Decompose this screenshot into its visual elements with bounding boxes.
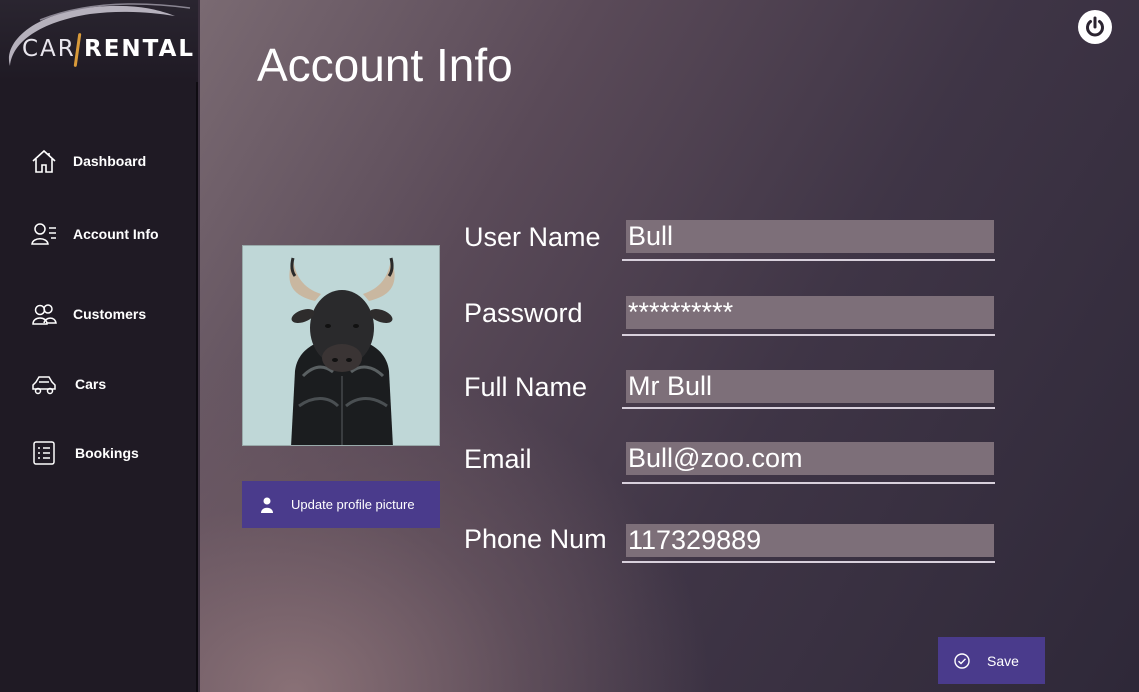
- phone-label: Phone Num: [464, 524, 607, 554]
- main-content: Account Info Update profile picture User…: [200, 0, 1139, 692]
- sidebar-item-label: Customers: [73, 306, 147, 322]
- password-underline: [622, 334, 995, 336]
- update-profile-picture-label: Update profile picture: [291, 497, 415, 512]
- power-icon: [1086, 16, 1104, 37]
- check-circle-icon: [954, 653, 970, 669]
- sidebar-item-customers[interactable]: Customers: [0, 294, 198, 334]
- users-icon: [30, 300, 58, 328]
- password-field[interactable]: [626, 296, 994, 329]
- sidebar-item-label: Bookings: [75, 445, 139, 461]
- sidebar-item-dashboard[interactable]: Dashboard: [0, 141, 198, 181]
- email-underline: [622, 482, 995, 484]
- sidebar-item-label: Account Info: [73, 226, 159, 242]
- save-button[interactable]: Save: [938, 637, 1045, 684]
- page-title: Account Info: [257, 39, 513, 91]
- sidebar-item-account-info[interactable]: Account Info: [0, 214, 198, 254]
- app-logo: CAR RENTAL: [0, 0, 198, 82]
- fullname-underline: [622, 407, 995, 409]
- logo-text-rental: RENTAL: [84, 36, 196, 62]
- password-label: Password: [464, 298, 583, 328]
- sidebar-item-label: Cars: [75, 376, 107, 392]
- update-profile-picture-button[interactable]: Update profile picture: [242, 481, 440, 528]
- user-list-icon: [30, 220, 58, 248]
- sidebar-item-bookings[interactable]: Bookings: [0, 433, 198, 473]
- email-field[interactable]: [626, 442, 994, 475]
- sidebar: CAR RENTAL Dashboard Account Info Custom…: [0, 0, 198, 692]
- sidebar-item-label: Dashboard: [73, 153, 147, 169]
- fullname-label: Full Name: [464, 372, 588, 402]
- save-label: Save: [987, 653, 1019, 669]
- username-field[interactable]: [626, 220, 994, 253]
- username-label: User Name: [464, 222, 601, 252]
- profile-picture: [242, 245, 440, 446]
- phone-field[interactable]: [626, 524, 994, 557]
- power-button[interactable]: [1078, 10, 1112, 44]
- email-label: Email: [464, 444, 532, 474]
- car-icon: [30, 370, 58, 398]
- user-icon: [261, 497, 273, 513]
- logo-text-car: CAR: [22, 36, 76, 62]
- list-icon: [30, 439, 58, 467]
- phone-underline: [622, 561, 995, 563]
- home-icon: [30, 147, 58, 175]
- sidebar-item-cars[interactable]: Cars: [0, 364, 198, 404]
- fullname-field[interactable]: [626, 370, 994, 403]
- username-underline: [622, 259, 995, 261]
